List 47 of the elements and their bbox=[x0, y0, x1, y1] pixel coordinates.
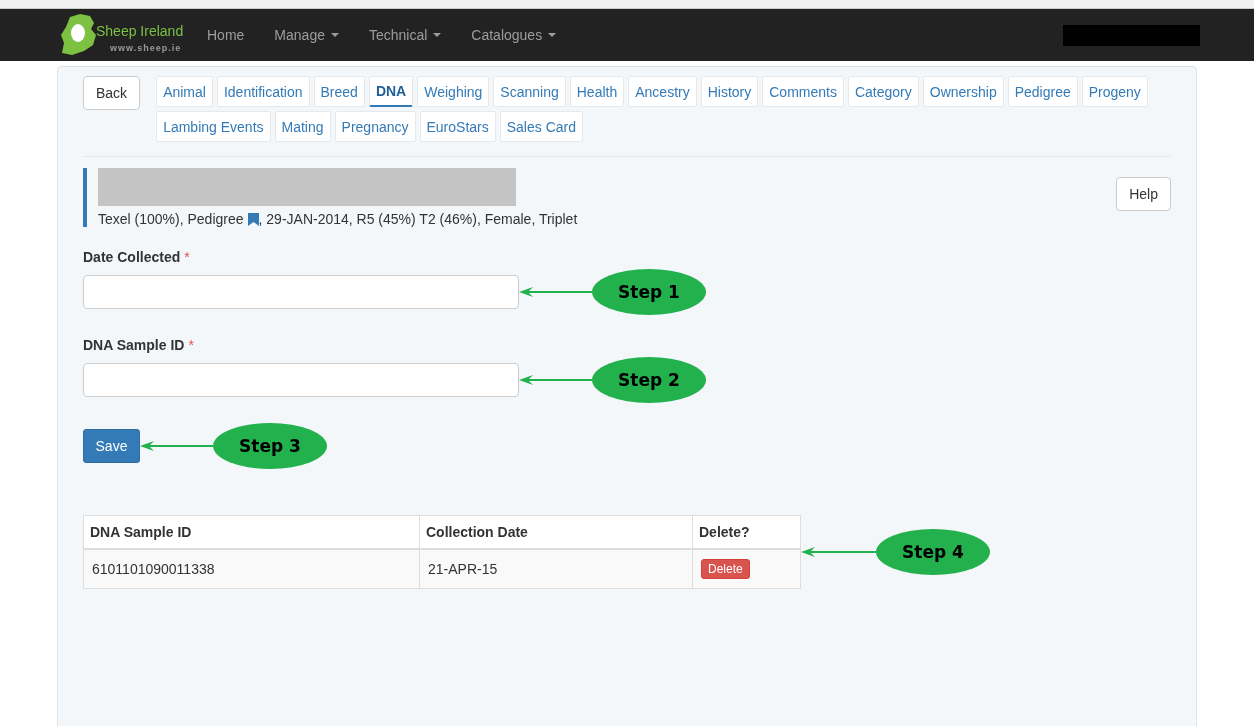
step-callout: Step 2 bbox=[592, 357, 706, 403]
step-callout: Step 1 bbox=[592, 269, 706, 315]
caret-icon bbox=[548, 33, 557, 37]
tab[interactable]: Scanning bbox=[493, 76, 566, 107]
nav-link[interactable]: Manage bbox=[259, 27, 354, 43]
nav-link[interactable]: Catalogues bbox=[456, 27, 572, 43]
tab[interactable]: DNA bbox=[368, 76, 414, 107]
logo-url: www.sheep.ie bbox=[110, 43, 182, 53]
input-field[interactable] bbox=[83, 363, 519, 397]
nav-link[interactable]: Home bbox=[192, 27, 260, 43]
input-field[interactable] bbox=[83, 275, 519, 309]
tab[interactable]: Ancestry bbox=[628, 76, 697, 107]
tab[interactable]: Identification bbox=[216, 76, 310, 107]
help-button[interactable]: Help bbox=[1116, 177, 1171, 211]
tab[interactable]: Breed bbox=[313, 76, 365, 107]
tab[interactable]: Pedigree bbox=[1007, 76, 1078, 107]
tab[interactable]: Mating bbox=[274, 111, 331, 142]
animal-summary: , 29-JAN-2014, R5 (45%) T2 (46%), Female, Triplet bbox=[258, 211, 578, 227]
field-label: Date Collected bbox=[83, 249, 181, 265]
bookmark-icon bbox=[247, 212, 259, 226]
required-mark: * bbox=[188, 337, 194, 353]
required-mark: * bbox=[184, 249, 190, 265]
logo-text[interactable]: Sheep Ireland bbox=[96, 23, 184, 39]
tab[interactable]: Pregnancy bbox=[334, 111, 416, 142]
tab[interactable]: History bbox=[700, 76, 759, 107]
field-label: DNA Sample ID bbox=[83, 337, 185, 353]
delete-button[interactable]: Delete bbox=[701, 559, 750, 579]
step-callout: Step 3 bbox=[213, 423, 327, 469]
step-callout: Step 4 bbox=[876, 529, 990, 575]
animal-summary: Texel (100%), Pedigree bbox=[98, 211, 244, 227]
table-cell: 21-APR-15 bbox=[419, 549, 693, 589]
tab[interactable]: Animal bbox=[156, 76, 213, 107]
back-button[interactable]: Back bbox=[83, 76, 141, 110]
caret-icon bbox=[433, 33, 442, 37]
caret-icon bbox=[330, 33, 339, 37]
tab[interactable]: EuroStars bbox=[419, 111, 496, 142]
tab[interactable]: Lambing Events bbox=[156, 111, 271, 142]
tab[interactable]: Comments bbox=[762, 76, 844, 107]
tab[interactable]: Ownership bbox=[922, 76, 1004, 107]
tab[interactable]: Weighing bbox=[417, 76, 490, 107]
tab[interactable]: Category bbox=[847, 76, 919, 107]
tab[interactable]: Sales Card bbox=[499, 111, 583, 142]
tab[interactable]: Progeny bbox=[1081, 76, 1148, 107]
save-button[interactable]: Save bbox=[83, 429, 140, 463]
tab[interactable]: Health bbox=[569, 76, 625, 107]
table-cell: 6101101090011338 bbox=[83, 549, 420, 589]
nav-link[interactable]: Technical bbox=[353, 27, 457, 43]
